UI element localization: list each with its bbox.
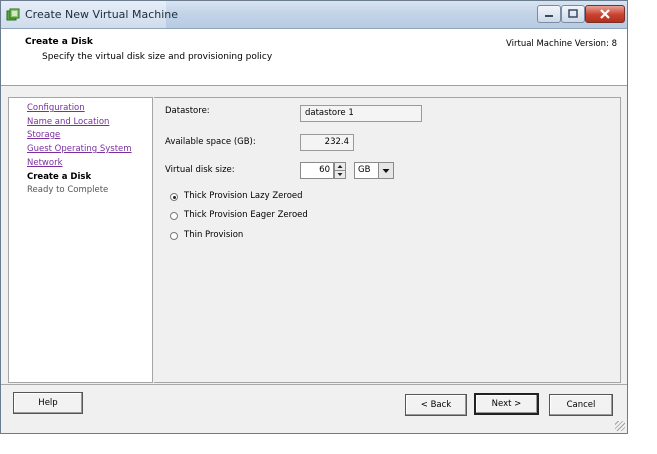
dropdown-arrow-icon [382, 169, 390, 173]
minimize-icon [545, 15, 553, 17]
step-create-a-disk: Create a Disk [27, 172, 92, 182]
step-storage[interactable]: Storage [27, 130, 60, 141]
disk-settings-panel: Datastore: datastore 1 Available space (… [154, 97, 621, 383]
vm-version-label: Virtual Machine Version: 8 [506, 39, 617, 49]
available-space-value: 232.4 [324, 137, 349, 147]
maximize-icon [568, 9, 578, 18]
close-button[interactable] [585, 5, 625, 23]
maximize-button[interactable] [561, 5, 585, 23]
datastore-value: datastore 1 [305, 108, 354, 118]
disk-size-value: 60 [319, 165, 330, 175]
spin-down-button[interactable] [335, 171, 345, 178]
thin-provision-label[interactable]: Thin Provision [184, 230, 243, 240]
available-space-field: 232.4 [300, 134, 354, 151]
datastore-label: Datastore: [165, 106, 210, 116]
disk-unit-select[interactable]: GB [354, 162, 394, 179]
cancel-button[interactable]: Cancel [549, 394, 613, 416]
virtual-machine-icon [6, 8, 20, 21]
chevron-down-icon [337, 173, 343, 176]
thick-lazy-label[interactable]: Thick Provision Lazy Zeroed [184, 191, 303, 201]
page-subtitle: Specify the virtual disk size and provis… [42, 52, 273, 62]
datastore-field: datastore 1 [300, 105, 422, 122]
next-button[interactable]: Next > [474, 393, 539, 415]
wizard-header: Create a Disk Specify the virtual disk s… [1, 29, 627, 86]
step-name-and-location[interactable]: Name and Location [27, 117, 109, 128]
wizard-window: Create New Virtual Machine Create a Disk… [0, 0, 628, 434]
resize-grip[interactable] [615, 421, 625, 431]
chevron-up-icon [337, 165, 343, 168]
virtual-disk-size-label: Virtual disk size: [165, 165, 235, 175]
wizard-steps-sidebar: Configuration Name and Location Storage … [8, 97, 153, 383]
disk-size-input[interactable]: 60 [300, 162, 334, 179]
footer-divider [1, 384, 627, 385]
thick-eager-radio[interactable] [170, 212, 178, 220]
title-bar[interactable]: Create New Virtual Machine [1, 1, 627, 29]
step-network[interactable]: Network [27, 158, 63, 169]
disk-unit-value: GB [358, 165, 371, 175]
disk-size-stepper[interactable] [334, 162, 346, 179]
close-icon [600, 9, 610, 19]
step-guest-operating-system[interactable]: Guest Operating System [27, 144, 132, 155]
back-button[interactable]: < Back [405, 394, 467, 416]
thick-eager-label[interactable]: Thick Provision Eager Zeroed [184, 210, 308, 220]
select-arrow[interactable] [378, 163, 393, 178]
spin-up-button[interactable] [335, 163, 345, 171]
thin-provision-radio[interactable] [170, 232, 178, 240]
available-space-label: Available space (GB): [165, 137, 256, 147]
thick-lazy-radio[interactable] [170, 193, 178, 201]
page-title: Create a Disk [25, 37, 93, 47]
window-title: Create New Virtual Machine [25, 8, 179, 21]
minimize-button[interactable] [537, 5, 561, 23]
help-button[interactable]: Help [13, 392, 83, 414]
step-ready-to-complete: Ready to Complete [27, 185, 109, 195]
step-configuration[interactable]: Configuration [27, 103, 85, 114]
